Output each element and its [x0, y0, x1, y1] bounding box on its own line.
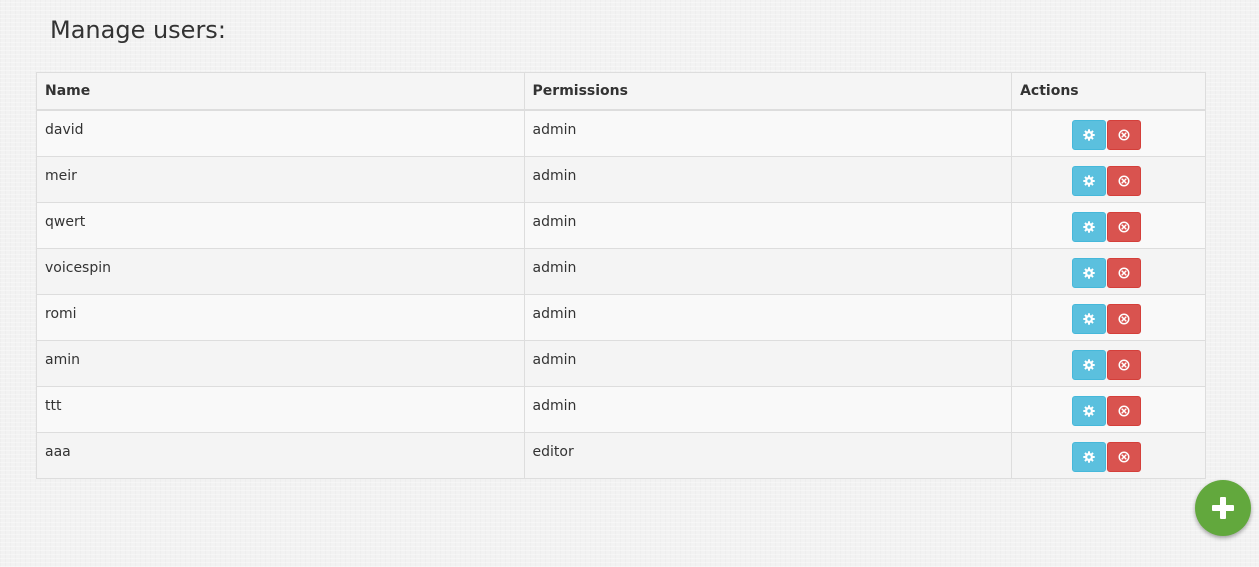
gear-icon — [1083, 450, 1095, 463]
edit-user-button[interactable] — [1072, 349, 1107, 380]
circle-x-icon — [1118, 313, 1130, 324]
user-permissions-cell: admin — [523, 293, 1013, 341]
gear-icon — [1083, 129, 1095, 141]
user-name-cell: david — [36, 109, 525, 157]
circle-x-icon — [1118, 267, 1130, 278]
circle-x-icon — [1118, 175, 1130, 186]
table-row: aaa editor — [36, 431, 1206, 479]
table-header-row: Name Permissions Actions — [36, 72, 1206, 111]
user-actions-cell — [1011, 431, 1206, 479]
user-actions-cell — [1011, 339, 1206, 387]
circle-x-icon — [1118, 405, 1130, 416]
column-header-actions: Actions — [1011, 72, 1206, 111]
edit-user-button[interactable] — [1072, 211, 1107, 242]
delete-user-button[interactable] — [1107, 303, 1142, 334]
table-body: david admin meir admin qwert admin voicespin ad… — [36, 109, 1206, 479]
delete-user-button[interactable] — [1107, 257, 1142, 288]
user-name-cell: amin — [36, 339, 525, 387]
gear-icon — [1083, 358, 1095, 371]
table-row: qwert admin — [36, 201, 1206, 249]
delete-user-button[interactable] — [1107, 165, 1142, 196]
user-name-cell: meir — [36, 155, 525, 203]
user-actions-cell — [1011, 247, 1206, 295]
user-actions-cell — [1011, 109, 1206, 157]
circle-x-icon — [1118, 129, 1130, 141]
users-table: Name Permissions Actions david admin meir a… — [36, 72, 1206, 479]
table-row: ttt admin — [36, 385, 1206, 433]
plus-icon — [1212, 497, 1234, 519]
delete-user-button[interactable] — [1107, 211, 1142, 242]
circle-x-icon — [1118, 221, 1130, 232]
user-permissions-cell: admin — [523, 109, 1013, 157]
user-name-cell: romi — [36, 293, 525, 341]
gear-icon — [1083, 312, 1095, 325]
user-actions-cell — [1011, 293, 1206, 341]
edit-user-button[interactable] — [1072, 303, 1107, 334]
circle-x-icon — [1118, 451, 1130, 462]
delete-user-button[interactable] — [1107, 395, 1142, 426]
gear-icon — [1083, 220, 1095, 233]
user-permissions-cell: editor — [523, 431, 1013, 479]
user-name-cell: aaa — [36, 431, 525, 479]
user-permissions-cell: admin — [523, 201, 1013, 249]
edit-user-button[interactable] — [1072, 441, 1107, 472]
user-actions-cell — [1011, 201, 1206, 249]
circle-x-icon — [1118, 359, 1130, 370]
gear-icon — [1083, 266, 1095, 279]
page-title: Manage users: — [50, 16, 226, 44]
edit-user-button[interactable] — [1072, 257, 1107, 288]
user-permissions-cell: admin — [523, 339, 1013, 387]
gear-icon — [1083, 174, 1095, 187]
column-header-name: Name — [36, 72, 525, 111]
edit-user-button[interactable] — [1072, 165, 1107, 196]
edit-user-button[interactable] — [1072, 120, 1107, 150]
add-user-button[interactable] — [1195, 480, 1251, 536]
user-name-cell: ttt — [36, 385, 525, 433]
table-row: romi admin — [36, 293, 1206, 341]
gear-icon — [1083, 404, 1095, 417]
user-permissions-cell: admin — [523, 155, 1013, 203]
edit-user-button[interactable] — [1072, 395, 1107, 426]
column-header-permissions: Permissions — [523, 72, 1013, 111]
user-permissions-cell: admin — [523, 247, 1013, 295]
delete-user-button[interactable] — [1107, 349, 1142, 380]
user-permissions-cell: admin — [523, 385, 1013, 433]
table-header: Name Permissions Actions — [36, 72, 1206, 111]
delete-user-button[interactable] — [1107, 120, 1142, 150]
table-row: david admin — [36, 109, 1206, 157]
delete-user-button[interactable] — [1107, 441, 1142, 472]
user-actions-cell — [1011, 155, 1206, 203]
user-name-cell: voicespin — [36, 247, 525, 295]
table-row: voicespin admin — [36, 247, 1206, 295]
table-row: meir admin — [36, 155, 1206, 203]
user-name-cell: qwert — [36, 201, 525, 249]
user-actions-cell — [1011, 385, 1206, 433]
table-row: amin admin — [36, 339, 1206, 387]
